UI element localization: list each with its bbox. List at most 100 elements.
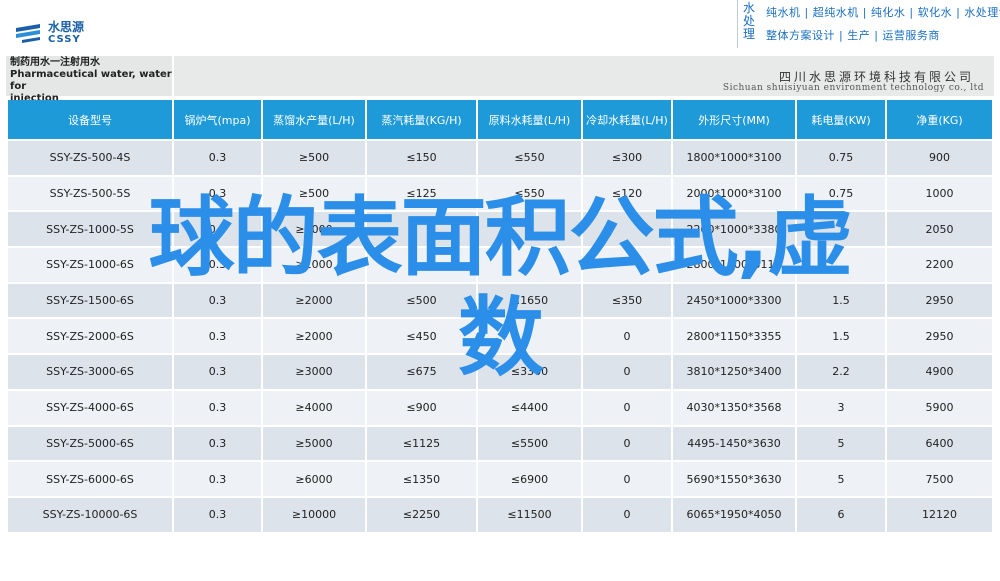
table-header-row: 设备型号 锅炉气(mpa) 蒸馏水产量(L/H) 蒸汽耗量(KG/H) 原料水耗…	[8, 100, 992, 139]
cell-weight: 7500	[887, 462, 992, 496]
col-header-cooling-water: 冷却水耗量(L/H)	[583, 100, 671, 139]
cell-power	[797, 212, 885, 247]
product-title-cn: 制药用水一注射用水	[10, 57, 100, 68]
table-row: SSY-ZS-500-4S 0.3 ≥500 ≤150 ≤550 ≤300 1800*100…	[8, 141, 992, 175]
cell-model: SSY-ZS-5000-6S	[8, 426, 172, 461]
water-drop-logo-icon	[16, 24, 40, 43]
brand-products-line: 纯水机 | 超纯水机 | 纯化水 | 软化水 | 水处理设备	[766, 6, 1000, 19]
cell-boiler-pressure: 0.3	[174, 141, 261, 175]
cell-power: 5	[797, 462, 885, 496]
spec-table: 设备型号 锅炉气(mpa) 蒸馏水产量(L/H) 蒸汽耗量(KG/H) 原料水耗…	[6, 98, 994, 534]
company-logo[interactable]: 水思源 CSSY	[14, 18, 104, 48]
cell-model: SSY-ZS-1000-6S	[8, 248, 172, 282]
cell-cooling-water: 0	[583, 426, 671, 461]
cell-model: SSY-ZS-4000-6S	[8, 390, 172, 425]
cell-cooling-water: ≤300	[583, 141, 671, 175]
col-header-boiler-pressure: 锅炉气(mpa)	[174, 100, 261, 139]
cell-model: SSY-ZS-500-5S	[8, 176, 172, 211]
cell-steam-consumption	[367, 248, 476, 282]
cell-cooling-water: ≤350	[583, 283, 671, 318]
cell-steam-consumption: ≤1125	[367, 426, 476, 461]
cell-power: 5	[797, 426, 885, 461]
cell-cooling-water: 0	[583, 462, 671, 496]
cell-distilled-output: ≥10000	[263, 497, 365, 532]
cell-steam-consumption: ≤675	[367, 355, 476, 389]
table-row: SSY-ZS-4000-6S 0.3 ≥4000 ≤900 ≤4400 0 4030*135…	[8, 390, 992, 425]
table-row: SSY-ZS-5000-6S 0.3 ≥5000 ≤1125 ≤5500 0 4495-14…	[8, 426, 992, 461]
cell-dimensions: 4495-1450*3630	[673, 426, 795, 461]
cell-weight: 2950	[887, 283, 992, 318]
cell-raw-water	[478, 319, 581, 354]
col-header-steam-consumption: 蒸汽耗量(KG/H)	[367, 100, 476, 139]
cell-distilled-output: ≥5000	[263, 426, 365, 461]
cell-boiler-pressure: 0.3	[174, 319, 261, 354]
cell-raw-water: ≤6900	[478, 462, 581, 496]
cell-dimensions: 4030*1350*3568	[673, 390, 795, 425]
cell-steam-consumption	[367, 212, 476, 247]
brand-services-line: 整体方案设计 | 生产 | 运营服务商	[766, 29, 940, 42]
cell-raw-water: ≤550	[478, 176, 581, 211]
cell-model: SSY-ZS-3000-6S	[8, 355, 172, 389]
cell-distilled-output: ≥4000	[263, 390, 365, 425]
cell-cooling-water	[583, 212, 671, 247]
cell-model: SSY-ZS-6000-6S	[8, 462, 172, 496]
cell-distilled-output: ≥500	[263, 176, 365, 211]
cell-power	[797, 248, 885, 282]
cell-model: SSY-ZS-10000-6S	[8, 497, 172, 532]
company-name-en: Sichuan shuisiyuan environment technolog…	[722, 83, 984, 93]
cell-weight: 1000	[887, 176, 992, 211]
page-header: 水思源 CSSY 水处理 纯水机 | 超纯水机 | 纯化水 | 软化水 | 水处…	[0, 0, 1000, 56]
cell-model: SSY-ZS-2000-6S	[8, 319, 172, 354]
cell-cooling-water: 0	[583, 355, 671, 389]
table-row: SSY-ZS-10000-6S 0.3 ≥10000 ≤2250 ≤11500 0 6065…	[8, 497, 992, 532]
cell-dimensions: 6065*1950*4050	[673, 497, 795, 532]
cell-dimensions: 2800*1150*3355	[673, 319, 795, 354]
table-row: SSY-ZS-1000-5S 0.3 ≥1000 2200*1000*3380 2050	[8, 212, 992, 247]
cell-steam-consumption: ≤500	[367, 283, 476, 318]
cell-power: 1.5	[797, 319, 885, 354]
cell-distilled-output: ≥500	[263, 141, 365, 175]
cell-distilled-output: ≥1000	[263, 212, 365, 247]
cell-raw-water: ≤550	[478, 141, 581, 175]
col-header-power: 耗电量(KW)	[797, 100, 885, 139]
table-row: SSY-ZS-1500-6S 0.3 ≥2000 ≤500 ≤1650 ≤350 2450*…	[8, 283, 992, 318]
cell-power: 1.5	[797, 283, 885, 318]
col-header-dimensions: 外形尺寸(MM)	[673, 100, 795, 139]
cell-dimensions: 3810*1250*3400	[673, 355, 795, 389]
col-header-weight: 净重(KG)	[887, 100, 992, 139]
table-row: SSY-ZS-1000-6S 0.3 ≥1000 2800*1000*3118 2200	[8, 248, 992, 282]
table-row: SSY-ZS-6000-6S 0.3 ≥6000 ≤1350 ≤6900 0 5690*15…	[8, 462, 992, 496]
cell-weight: 2950	[887, 319, 992, 354]
logo-text-cn: 水思源	[48, 20, 85, 34]
col-header-raw-water: 原料水耗量(L/H)	[478, 100, 581, 139]
cell-dimensions: 1800*1000*3100	[673, 141, 795, 175]
cell-dimensions: 5690*1550*3630	[673, 462, 795, 496]
cell-steam-consumption: ≤450	[367, 319, 476, 354]
cell-steam-consumption: ≤150	[367, 141, 476, 175]
table-row: SSY-ZS-2000-6S 0.3 ≥2000 ≤450 0 2800*1150*335…	[8, 319, 992, 354]
cell-raw-water: ≤1650	[478, 283, 581, 318]
cell-model: SSY-ZS-500-4S	[8, 141, 172, 175]
product-title-en-1: Pharmaceutical water, water for	[10, 69, 172, 92]
product-title: 制药用水一注射用水 Pharmaceutical water, water fo…	[6, 56, 172, 104]
cell-cooling-water: 0	[583, 390, 671, 425]
cell-steam-consumption: ≤125	[367, 176, 476, 211]
cell-steam-consumption: ≤2250	[367, 497, 476, 532]
cell-weight: 6400	[887, 426, 992, 461]
cell-model: SSY-ZS-1500-6S	[8, 283, 172, 318]
cell-distilled-output: ≥1000	[263, 248, 365, 282]
cell-raw-water: ≤4400	[478, 390, 581, 425]
cell-cooling-water: 0	[583, 497, 671, 532]
cell-steam-consumption: ≤1350	[367, 462, 476, 496]
cell-steam-consumption: ≤900	[367, 390, 476, 425]
cell-weight: 5900	[887, 390, 992, 425]
company-name-bar: 四川水思源环境科技有限公司 Sichuan shuisiyuan environ…	[174, 56, 994, 96]
cell-raw-water	[478, 212, 581, 247]
cell-power: 3	[797, 390, 885, 425]
cell-dimensions: 2800*1000*3118	[673, 248, 795, 282]
cell-dimensions: 2450*1000*3300	[673, 283, 795, 318]
brand-banner: 水处理 纯水机 | 超纯水机 | 纯化水 | 软化水 | 水处理设备 整体方案设…	[737, 0, 1000, 48]
cell-boiler-pressure: 0.3	[174, 248, 261, 282]
cell-raw-water: ≤5500	[478, 426, 581, 461]
cell-weight: 12120	[887, 497, 992, 532]
